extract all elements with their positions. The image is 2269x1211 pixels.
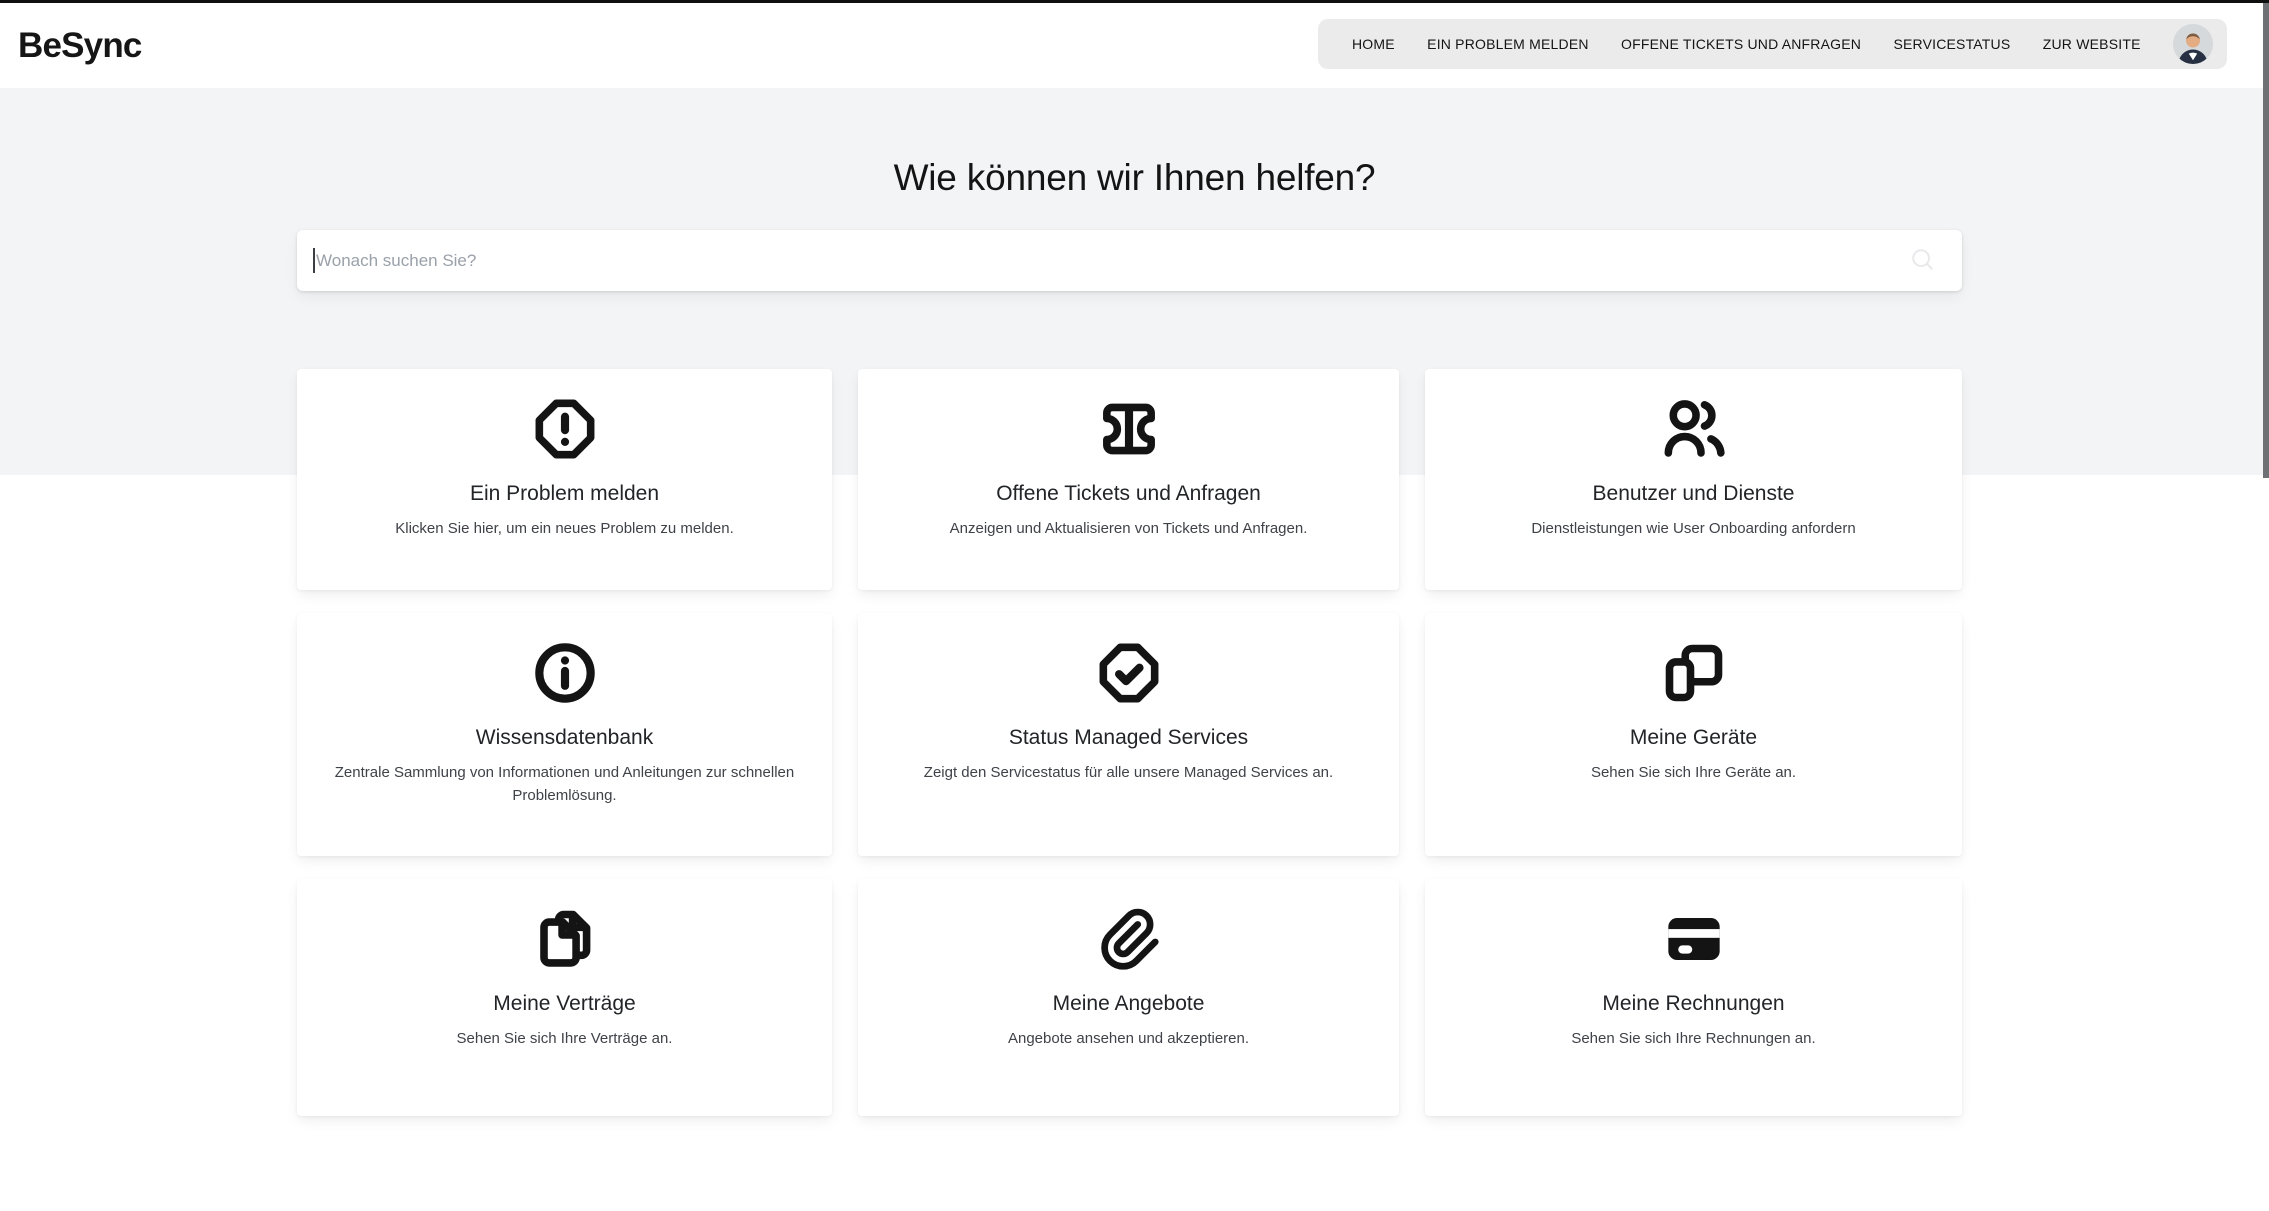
devices-icon	[1659, 638, 1729, 708]
card-description: Klicken Sie hier, um ein neues Problem z…	[395, 518, 734, 541]
nav-item-home[interactable]: HOME	[1352, 36, 1395, 52]
copy-documents-icon	[530, 904, 600, 974]
users-icon	[1659, 394, 1729, 464]
card-description: Anzeigen und Aktualisieren von Tickets u…	[950, 518, 1308, 541]
search-input[interactable]	[297, 230, 1962, 291]
card-description: Sehen Sie sich Ihre Geräte an.	[1591, 762, 1796, 785]
card-knowledge-base[interactable]: Wissensdatenbank Zentrale Sammlung von I…	[297, 613, 832, 856]
card-title: Ein Problem melden	[470, 481, 659, 507]
check-octagon-icon	[1094, 638, 1164, 708]
nav-item-to-website[interactable]: ZUR WEBSITE	[2043, 36, 2141, 52]
page-title: Wie können wir Ihnen helfen?	[0, 157, 2269, 199]
main-navigation: HOME EIN PROBLEM MELDEN OFFENE TICKETS U…	[1318, 19, 2227, 69]
header: BeSync HOME EIN PROBLEM MELDEN OFFENE TI…	[0, 3, 2269, 88]
card-title: Offene Tickets und Anfragen	[996, 481, 1261, 507]
card-title: Meine Geräte	[1630, 725, 1757, 751]
card-managed-services-status[interactable]: Status Managed Services Zeigt den Servic…	[858, 613, 1399, 856]
user-avatar[interactable]	[2173, 24, 2213, 64]
quick-actions-grid: Ein Problem melden Klicken Sie hier, um …	[297, 369, 1962, 1116]
card-open-tickets[interactable]: Offene Tickets und Anfragen Anzeigen und…	[858, 369, 1399, 590]
card-report-problem[interactable]: Ein Problem melden Klicken Sie hier, um …	[297, 369, 832, 590]
credit-card-icon	[1659, 904, 1729, 974]
nav-item-report-problem[interactable]: EIN PROBLEM MELDEN	[1427, 36, 1589, 52]
card-description: Zentrale Sammlung von Informationen und …	[325, 762, 805, 807]
avatar-photo	[2173, 24, 2213, 64]
card-description: Dienstleistungen wie User Onboarding anf…	[1531, 518, 1855, 541]
paperclip-icon	[1094, 904, 1164, 974]
card-my-contracts[interactable]: Meine Verträge Sehen Sie sich Ihre Vertr…	[297, 879, 832, 1116]
vertical-scrollbar[interactable]	[2263, 3, 2269, 478]
card-users-services[interactable]: Benutzer und Dienste Dienstleistungen wi…	[1425, 369, 1962, 590]
card-title: Meine Verträge	[493, 991, 635, 1017]
card-title: Meine Angebote	[1053, 991, 1205, 1017]
alert-octagon-icon	[530, 394, 600, 464]
card-title: Meine Rechnungen	[1602, 991, 1784, 1017]
card-description: Sehen Sie sich Ihre Verträge an.	[457, 1028, 673, 1051]
info-circle-icon	[530, 638, 600, 708]
card-title: Wissensdatenbank	[476, 725, 653, 751]
card-description: Angebote ansehen und akzeptieren.	[1008, 1028, 1249, 1051]
card-description: Sehen Sie sich Ihre Rechnungen an.	[1571, 1028, 1815, 1051]
card-description: Zeigt den Servicestatus für alle unsere …	[924, 762, 1333, 785]
besync-logo[interactable]: BeSync	[18, 26, 142, 66]
search-bar	[297, 230, 1962, 291]
nav-item-open-tickets[interactable]: OFFENE TICKETS UND ANFRAGEN	[1621, 36, 1861, 52]
text-caret	[313, 248, 315, 273]
nav-item-service-status[interactable]: SERVICESTATUS	[1893, 36, 2010, 52]
search-icon	[1908, 245, 1938, 275]
ticket-icon	[1094, 394, 1164, 464]
card-my-offers[interactable]: Meine Angebote Angebote ansehen und akze…	[858, 879, 1399, 1116]
card-title: Status Managed Services	[1009, 725, 1248, 751]
card-my-invoices[interactable]: Meine Rechnungen Sehen Sie sich Ihre Rec…	[1425, 879, 1962, 1116]
card-title: Benutzer und Dienste	[1593, 481, 1795, 507]
card-my-devices[interactable]: Meine Geräte Sehen Sie sich Ihre Geräte …	[1425, 613, 1962, 856]
